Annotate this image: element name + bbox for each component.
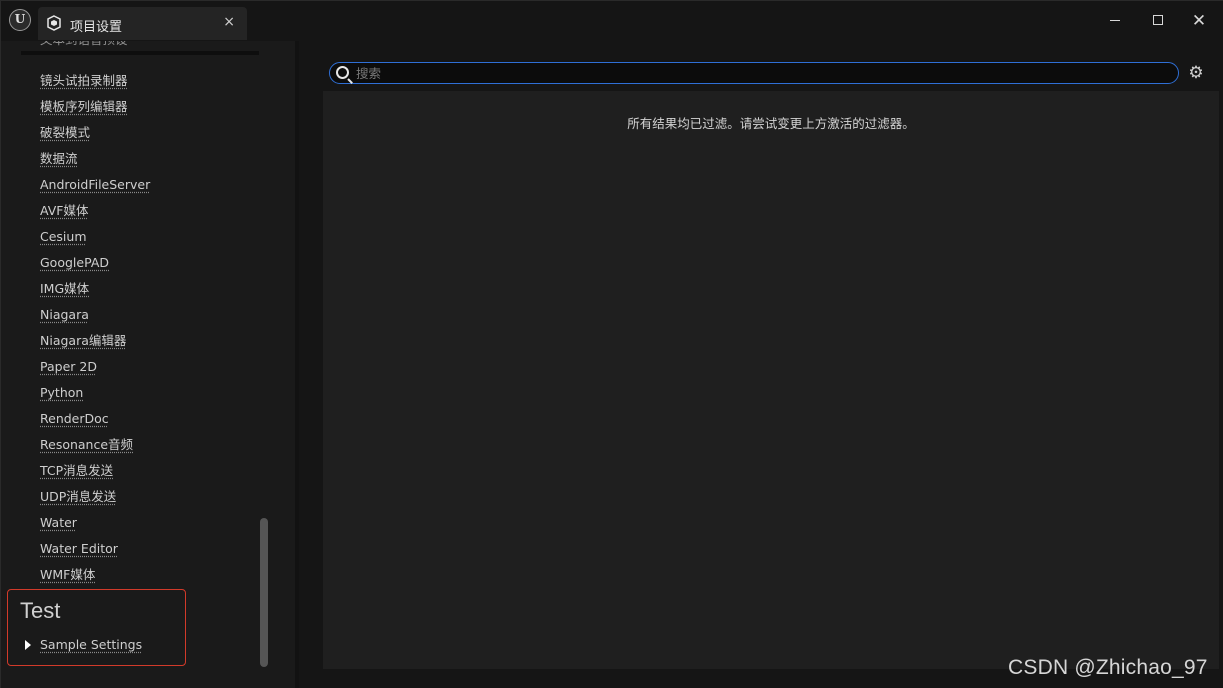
sidebar-item-label: Python: [40, 385, 84, 400]
sidebar-item-label: GooglePAD: [40, 255, 109, 270]
title-bar: U 项目设置 × ✕: [1, 1, 1223, 41]
project-settings-icon: [47, 15, 61, 31]
sidebar-item[interactable]: Niagara编辑器: [40, 328, 150, 354]
minimize-icon: [1110, 20, 1120, 21]
sidebar-item-label: Water Editor: [40, 541, 118, 556]
search-box[interactable]: [329, 62, 1179, 84]
section-title-test: Test: [20, 598, 61, 623]
sidebar-item[interactable]: 镜头试拍录制器: [40, 68, 150, 94]
sidebar-list: 镜头试拍录制器 模板序列编辑器 破裂模式数据流 AndroidFileServer AV…: [40, 68, 150, 588]
sidebar-item-label: Niagara编辑器: [40, 333, 127, 348]
empty-results-message: 所有结果均已过滤。请尝试变更上方激活的过滤器。: [627, 116, 915, 131]
sidebar-item-label: Paper 2D: [40, 359, 97, 374]
sidebar-item-label: Cesium: [40, 229, 87, 244]
sidebar-item-label: 镜头试拍录制器: [40, 73, 128, 88]
maximize-icon: [1153, 15, 1163, 25]
settings-content-area: 所有结果均已过滤。请尝试变更上方激活的过滤器。: [323, 91, 1219, 669]
search-input[interactable]: [356, 64, 1156, 82]
sidebar-item[interactable]: GooglePAD: [40, 250, 150, 276]
sidebar-item-label: Water: [40, 515, 77, 530]
settings-sidebar: 文本到语音预设 镜头试拍录制器模板序列编辑器破裂模式数据流AndroidFile…: [1, 41, 295, 688]
settings-main-panel: ⚙ 所有结果均已过滤。请尝试变更上方激活的过滤器。: [299, 41, 1223, 688]
tab-project-settings[interactable]: 项目设置 ×: [38, 7, 247, 40]
tab-close-icon[interactable]: ×: [223, 14, 235, 30]
sidebar-item[interactable]: Cesium: [40, 224, 150, 250]
sidebar-item-sample-settings[interactable]: Sample Settings: [40, 637, 142, 652]
sidebar-item[interactable]: WMF媒体: [40, 562, 150, 588]
sidebar-item-label: 模板序列编辑器: [40, 99, 128, 114]
sidebar-item[interactable]: Water Editor: [40, 536, 150, 562]
sidebar-item[interactable]: 破裂模式: [40, 120, 150, 146]
sidebar-item[interactable]: RenderDoc: [40, 406, 150, 432]
tab-label: 项目设置: [70, 20, 123, 35]
sidebar-item-label: Resonance音频: [40, 437, 134, 452]
sidebar-item[interactable]: Resonance音频: [40, 432, 150, 458]
close-window-button[interactable]: ✕: [1187, 10, 1211, 32]
search-icon: [336, 66, 349, 79]
sidebar-item-label: 破裂模式: [40, 125, 91, 140]
maximize-button[interactable]: [1146, 10, 1170, 32]
sidebar-item-label: AndroidFileServer: [40, 177, 151, 192]
sidebar-item-label: Niagara: [40, 307, 89, 322]
tab-shadow: [21, 51, 259, 55]
sidebar-item-label: 数据流: [40, 151, 78, 166]
project-settings-window: U 项目设置 × ✕ 文本到语音预设 镜头试拍录制器模板序列编辑器破裂模式数据流…: [0, 0, 1223, 688]
sidebar-item-label: WMF媒体: [40, 567, 96, 582]
sidebar-item[interactable]: TCP消息发送: [40, 458, 150, 484]
sidebar-item-label: TCP消息发送: [40, 463, 114, 478]
sidebar-scrollbar[interactable]: [260, 518, 268, 667]
sidebar-item[interactable]: 模板序列编辑器: [40, 94, 150, 120]
sidebar-item[interactable]: AndroidFileServer: [40, 172, 150, 198]
test-section-highlight: Test Sample Settings: [7, 589, 186, 666]
sidebar-item[interactable]: UDP消息发送: [40, 484, 150, 510]
sidebar-item[interactable]: Niagara: [40, 302, 150, 328]
sidebar-item[interactable]: AVF媒体: [40, 198, 150, 224]
gear-icon[interactable]: ⚙: [1187, 64, 1205, 82]
sidebar-item-label: Sample Settings: [40, 637, 143, 652]
minimize-button[interactable]: [1103, 10, 1127, 32]
sidebar-item-label: AVF媒体: [40, 203, 89, 218]
sidebar-item[interactable]: IMG媒体: [40, 276, 150, 302]
sidebar-item[interactable]: 数据流: [40, 146, 150, 172]
expand-arrow-icon[interactable]: [25, 640, 31, 650]
watermark: CSDN @Zhichao_97: [1008, 656, 1208, 679]
sidebar-item-label: UDP消息发送: [40, 489, 117, 504]
sidebar-item[interactable]: Water: [40, 510, 150, 536]
sidebar-item-label: IMG媒体: [40, 281, 90, 296]
sidebar-item[interactable]: Paper 2D: [40, 354, 150, 380]
sidebar-item-label: RenderDoc: [40, 411, 109, 426]
sidebar-item[interactable]: Python: [40, 380, 150, 406]
unreal-engine-logo-icon[interactable]: U: [9, 9, 31, 31]
